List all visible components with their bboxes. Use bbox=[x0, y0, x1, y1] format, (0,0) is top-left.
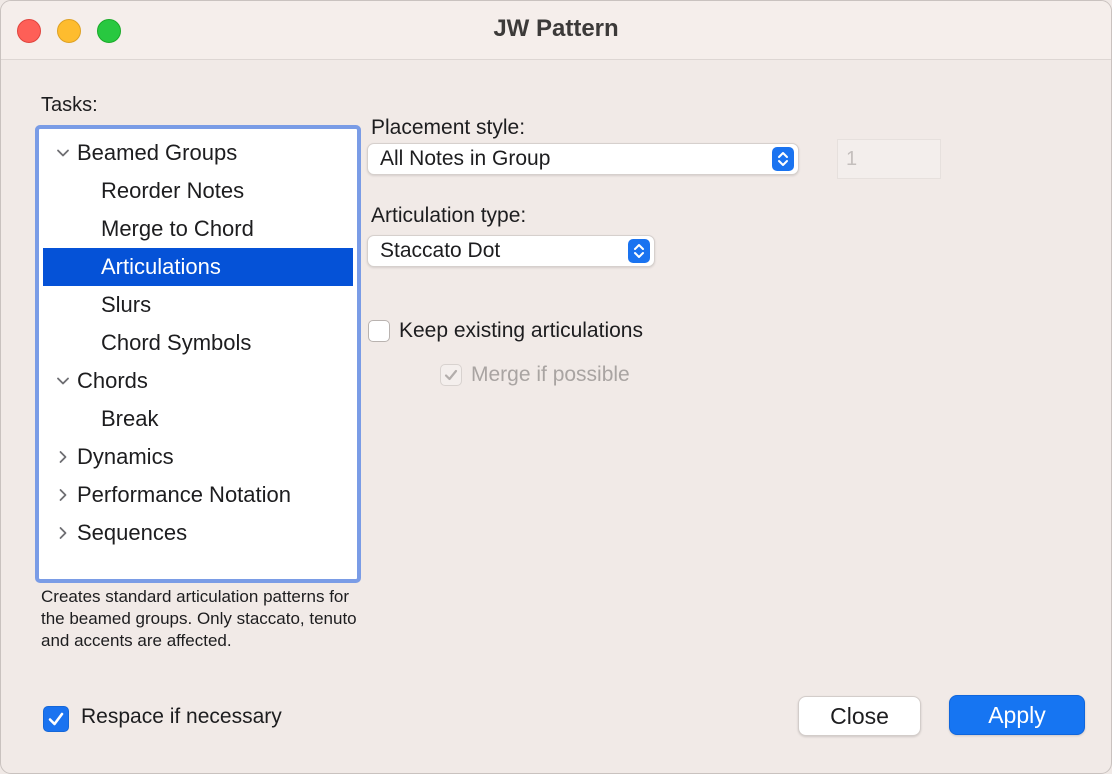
task-item[interactable]: Beamed Groups bbox=[43, 134, 353, 172]
checkmark-icon bbox=[444, 369, 458, 381]
task-description: Creates standard articulation patterns f… bbox=[41, 587, 357, 650]
keep-existing-checkbox[interactable] bbox=[368, 320, 390, 342]
respace-checkbox[interactable] bbox=[43, 706, 69, 732]
placement-number-field: 1 bbox=[837, 139, 941, 179]
chevron-right-icon[interactable] bbox=[55, 476, 71, 514]
articulation-type-label: Articulation type: bbox=[371, 204, 527, 227]
apply-button[interactable]: Apply bbox=[949, 695, 1085, 735]
merge-if-possible-checkbox bbox=[440, 364, 462, 386]
task-item-label: Dynamics bbox=[77, 444, 174, 469]
task-item[interactable]: Sequences bbox=[43, 514, 353, 552]
tasks-label: Tasks: bbox=[41, 94, 98, 116]
chevron-right-icon[interactable] bbox=[55, 438, 71, 476]
task-item[interactable]: Chords bbox=[43, 362, 353, 400]
task-item[interactable]: Reorder Notes bbox=[43, 172, 353, 210]
placement-style-popup[interactable]: All Notes in Group bbox=[367, 143, 799, 175]
task-item-label: Articulations bbox=[101, 254, 221, 279]
task-item[interactable]: Performance Notation bbox=[43, 476, 353, 514]
task-item[interactable]: Merge to Chord bbox=[43, 210, 353, 248]
task-item[interactable]: Dynamics bbox=[43, 438, 353, 476]
articulation-type-popup[interactable]: Staccato Dot bbox=[367, 235, 655, 267]
task-item-label: Merge to Chord bbox=[101, 216, 254, 241]
task-item[interactable]: Articulations bbox=[43, 248, 353, 286]
checkmark-icon bbox=[48, 712, 64, 726]
task-list-content: Beamed Groups Reorder Notes Merge to Chord… bbox=[43, 133, 353, 575]
task-item-label: Slurs bbox=[101, 292, 152, 317]
window-title: JW Pattern bbox=[493, 15, 619, 42]
chevron-right-icon[interactable] bbox=[55, 514, 71, 552]
popup-arrows-icon bbox=[628, 239, 650, 263]
dialog-window: JW Pattern Tasks: Beamed Groups Reorder N… bbox=[0, 0, 1112, 774]
task-item-label: Beamed Groups bbox=[77, 140, 238, 165]
articulation-type-value: Staccato Dot bbox=[380, 239, 501, 262]
chevron-down-icon[interactable] bbox=[55, 362, 71, 400]
task-item-label: Chords bbox=[77, 368, 148, 393]
popup-arrows-icon bbox=[772, 147, 794, 171]
merge-if-possible-label: Merge if possible bbox=[471, 363, 630, 386]
task-item-label: Reorder Notes bbox=[101, 178, 245, 203]
placement-style-value: All Notes in Group bbox=[380, 147, 551, 170]
task-item-label: Performance Notation bbox=[77, 482, 291, 507]
chevron-down-icon[interactable] bbox=[55, 134, 71, 172]
keep-existing-label[interactable]: Keep existing articulations bbox=[399, 319, 643, 343]
close-button[interactable]: Close bbox=[798, 696, 921, 736]
task-item-label: Break bbox=[101, 406, 159, 431]
task-list[interactable]: Beamed Groups Reorder Notes Merge to Chord… bbox=[35, 125, 361, 583]
title-bar: JW Pattern bbox=[1, 1, 1111, 60]
respace-label[interactable]: Respace if necessary bbox=[81, 705, 282, 729]
placement-style-label: Placement style: bbox=[371, 116, 526, 139]
task-item[interactable]: Slurs bbox=[43, 286, 353, 324]
task-item[interactable]: Break bbox=[43, 400, 353, 438]
task-item-label: Sequences bbox=[77, 520, 188, 545]
task-item[interactable]: Chord Symbols bbox=[43, 324, 353, 362]
task-item-label: Chord Symbols bbox=[101, 330, 252, 355]
